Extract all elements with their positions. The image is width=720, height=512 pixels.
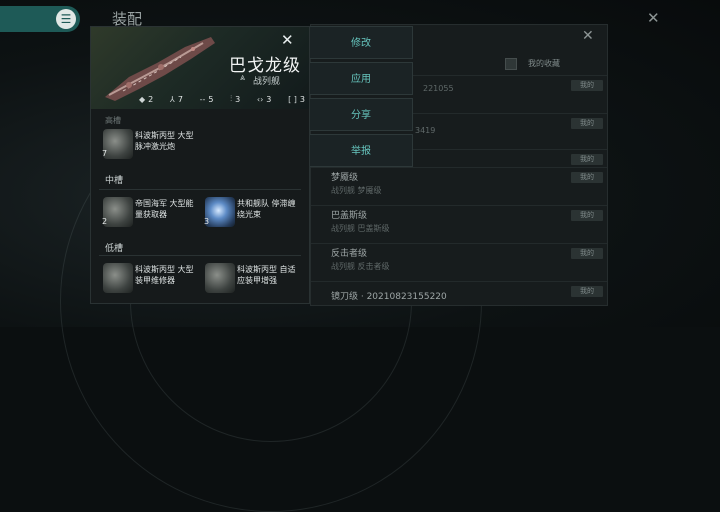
owner-badge: 我的 xyxy=(571,172,603,183)
mid-slot-icon: ⫶ xyxy=(230,94,233,103)
module-name: 科波斯丙型 大型脉冲激光炮 xyxy=(135,131,194,151)
energy-neutralizer-icon xyxy=(103,197,133,227)
list-item-name: 梦魇级 xyxy=(331,173,359,183)
stat-turret: ◆ 2 xyxy=(139,91,153,107)
low-slot-heading: 低槽 xyxy=(105,244,124,254)
owner-badge: 我的 xyxy=(571,248,603,259)
module-item[interactable]: 3 共和舰队 停滞缠绕光束 xyxy=(201,195,297,233)
stat-launcher: ⅄ 7 xyxy=(170,91,183,107)
owner-badge: 我的 xyxy=(571,118,603,129)
stat-high-slot: -- 5 xyxy=(200,91,214,107)
module-count: 2 xyxy=(102,217,108,226)
slot-stats: ◆ 2 ⅄ 7 -- 5 ⫶ 3 ‹› 3 [ ] 3 xyxy=(139,91,305,107)
list-item-name: 巴盖斯级 xyxy=(331,211,368,221)
stat-mid-slot: ⫶ 3 xyxy=(230,91,240,107)
list-item[interactable]: 梦魇级 战列舰 梦魇级 我的 xyxy=(311,167,607,204)
module-item[interactable]: 7 科波斯丙型 大型脉冲激光炮 xyxy=(99,127,195,165)
divider xyxy=(99,189,301,190)
ship-card-body: 高槽 7 科波斯丙型 大型脉冲激光炮 中槽 2 帝国海军 大型能量获取器 3 共… xyxy=(91,109,309,303)
favorite-checkbox[interactable] xyxy=(505,58,517,70)
apply-button[interactable]: 应用 xyxy=(309,62,413,95)
stat-value: 3 xyxy=(235,94,241,104)
list-close-icon[interactable]: ✕ xyxy=(582,28,594,44)
list-item-name: 镜刀级 · 20210823155220 xyxy=(331,292,447,302)
stat-low-slot: [ ] 3 xyxy=(288,91,305,107)
rig-icon: ‹› xyxy=(256,94,264,104)
card-close-icon[interactable]: ✕ xyxy=(281,31,294,49)
high-slot-icon: -- xyxy=(199,94,206,104)
battleship-class-icon: ⩓ xyxy=(240,73,246,83)
list-item[interactable]: 镜刀级 · 20210823155220 我的 xyxy=(311,281,607,318)
turret-icon: ◆ xyxy=(139,94,146,104)
module-name: 共和舰队 停滞缠绕光束 xyxy=(237,199,296,219)
list-item-sub: 3419 xyxy=(415,126,436,135)
armor-hardener-icon xyxy=(205,263,235,293)
stat-value: 7 xyxy=(177,94,183,104)
armor-repairer-icon xyxy=(103,263,133,293)
list-item-sub: 战列舰 反击者级 xyxy=(331,262,390,271)
owner-badge: 我的 xyxy=(571,154,603,165)
stat-rig: ‹› 3 xyxy=(257,91,272,107)
hamburger-icon[interactable]: ☰ xyxy=(56,9,76,29)
module-item[interactable]: 科波斯丙型 大型装甲维修器 xyxy=(99,261,195,299)
low-slot-icon: [ ] xyxy=(288,94,297,104)
module-count: 7 xyxy=(102,149,108,158)
modify-button[interactable]: 修改 xyxy=(309,26,413,59)
background-close-icon[interactable]: ✕ xyxy=(647,9,660,27)
ship-card-header: ✕ 巴戈龙级 ⩓ 战列舰 ◆ 2 ⅄ 7 -- 5 ⫶ 3 ‹› 3 [ ] 3 xyxy=(91,27,309,109)
mid-slot-heading: 中槽 xyxy=(105,176,124,186)
ship-card: ✕ 巴戈龙级 ⩓ 战列舰 ◆ 2 ⅄ 7 -- 5 ⫶ 3 ‹› 3 [ ] 3 高槽 7 … xyxy=(90,26,310,304)
favorite-label: 我的收藏 xyxy=(528,59,560,68)
list-item[interactable]: 巴盖斯级 战列舰 巴盖斯级 我的 xyxy=(311,205,607,242)
stat-value: 3 xyxy=(266,94,272,104)
high-slot-heading: 高槽 xyxy=(105,116,121,125)
module-name: 科波斯丙型 自适应装甲增强 xyxy=(237,265,296,285)
list-item-sub: 战列舰 巴盖斯级 xyxy=(331,224,390,233)
launcher-icon: ⅄ xyxy=(169,94,175,104)
stat-value: 2 xyxy=(148,94,154,104)
list-item-sub: 221055 xyxy=(423,84,454,93)
stasis-web-icon xyxy=(205,197,235,227)
report-button[interactable]: 举报 xyxy=(309,134,413,167)
list-item[interactable]: 反击者级 战列舰 反击者级 我的 xyxy=(311,243,607,280)
laser-turret-icon xyxy=(103,129,133,159)
share-button[interactable]: 分享 xyxy=(309,98,413,131)
ship-class: 战列舰 xyxy=(253,77,281,87)
module-name: 帝国海军 大型能量获取器 xyxy=(135,199,194,219)
module-name: 科波斯丙型 大型装甲维修器 xyxy=(135,265,194,285)
owner-badge: 我的 xyxy=(571,210,603,221)
stat-value: 3 xyxy=(299,94,305,104)
module-item[interactable]: 科波斯丙型 自适应装甲增强 xyxy=(201,261,297,299)
list-item-sub: 战列舰 梦魇级 xyxy=(331,186,382,195)
owner-badge: 我的 xyxy=(571,286,603,297)
divider xyxy=(99,255,301,256)
action-menu: 修改 应用 分享 举报 xyxy=(309,26,413,168)
module-count: 3 xyxy=(204,217,210,226)
list-item-name: 反击者级 xyxy=(331,249,368,259)
stat-value: 5 xyxy=(208,94,214,104)
owner-badge: 我的 xyxy=(571,80,603,91)
module-item[interactable]: 2 帝国海军 大型能量获取器 xyxy=(99,195,195,233)
